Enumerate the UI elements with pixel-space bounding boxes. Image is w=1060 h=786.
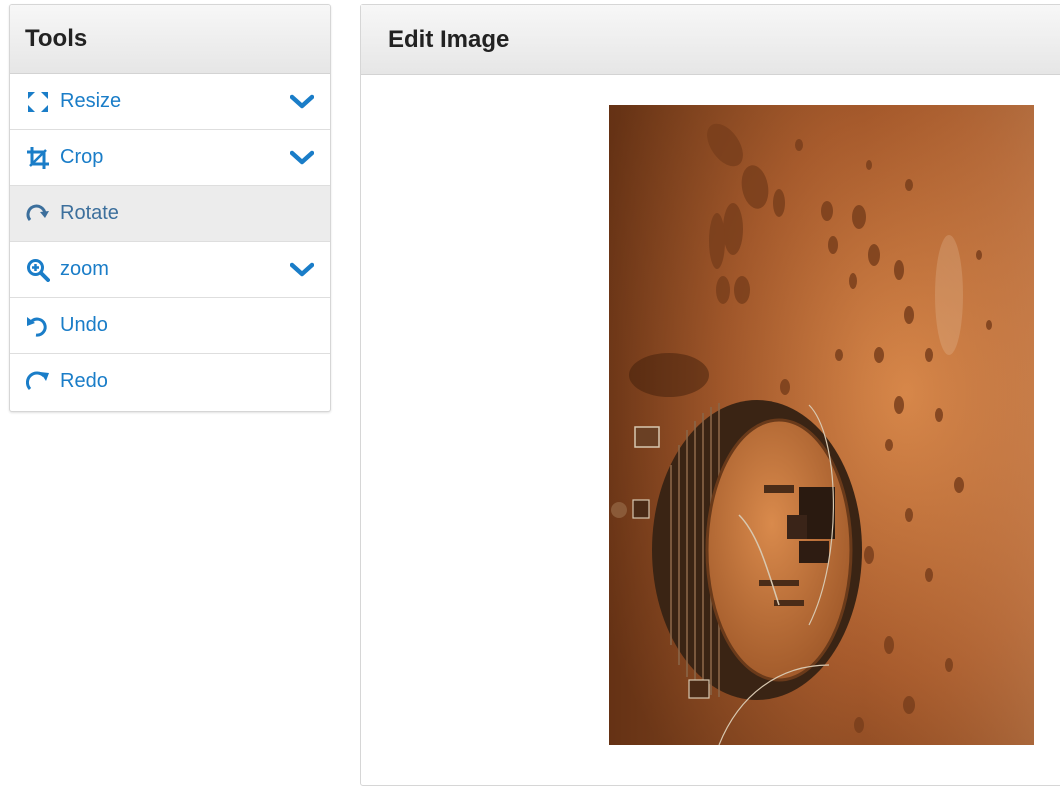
redo-menu-item[interactable]: Redo bbox=[10, 354, 330, 409]
undo-label: Undo bbox=[60, 314, 108, 336]
resize-label: Resize bbox=[60, 90, 122, 112]
zoom-menu-item[interactable]: zoom bbox=[10, 242, 330, 298]
zoom-label: zoom bbox=[60, 258, 109, 280]
zoom-in-icon bbox=[26, 258, 50, 282]
chevron-down-icon[interactable] bbox=[289, 93, 315, 109]
undo-icon bbox=[26, 314, 50, 338]
expand-icon bbox=[26, 90, 50, 114]
crop-icon bbox=[26, 146, 50, 170]
crop-menu-item[interactable]: Crop bbox=[10, 130, 330, 186]
resize-menu-item[interactable]: Resize bbox=[10, 74, 330, 130]
tools-title: Tools bbox=[10, 5, 330, 74]
edit-image-title: Edit Image bbox=[361, 5, 1060, 75]
edited-image[interactable] bbox=[609, 105, 1034, 745]
redo-label: Redo bbox=[60, 370, 108, 392]
chevron-down-icon[interactable] bbox=[289, 261, 315, 277]
rotate-menu-item[interactable]: Rotate bbox=[10, 186, 330, 242]
rotate-label: Rotate bbox=[60, 202, 119, 224]
edit-image-panel: Edit Image bbox=[360, 4, 1060, 786]
chevron-down-icon[interactable] bbox=[289, 149, 315, 165]
rotate-icon bbox=[26, 202, 50, 226]
tools-panel: Tools Resize Crop Rotate zoom Undo Redo bbox=[9, 4, 331, 412]
undo-menu-item[interactable]: Undo bbox=[10, 298, 330, 354]
redo-icon bbox=[26, 370, 50, 394]
lander-on-surface-image bbox=[609, 105, 1034, 745]
crop-label: Crop bbox=[60, 146, 104, 168]
